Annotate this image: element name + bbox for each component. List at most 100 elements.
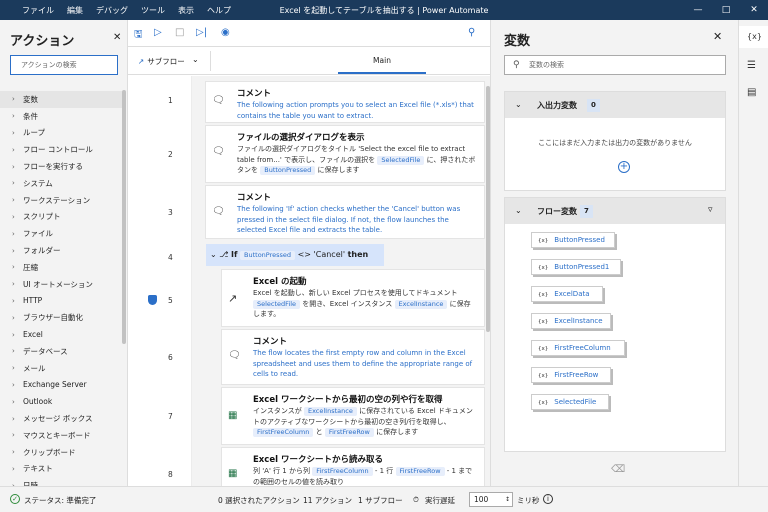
chevron-down-icon[interactable]: ⌄: [210, 250, 217, 259]
run-icon[interactable]: ▷: [154, 27, 162, 38]
action-card-comment[interactable]: 🗨 コメント The flow locates the first empty …: [222, 330, 484, 384]
tab-main[interactable]: Main: [338, 56, 426, 65]
action-category[interactable]: › ワークステーション: [0, 192, 122, 209]
menu-tools[interactable]: ツール: [141, 5, 165, 16]
chevron-right-icon: ›: [12, 431, 15, 440]
menu-view[interactable]: 表示: [178, 5, 194, 16]
minimize-icon[interactable]: —: [684, 0, 712, 20]
eraser-icon[interactable]: ⌫: [611, 464, 625, 475]
search-icon[interactable]: ⚲: [468, 27, 475, 38]
action-card-read-excel[interactable]: ▦ Excel ワークシートから読み取る 列 'A' 行 1 から列 First…: [222, 448, 484, 486]
layers-icon[interactable]: ☰: [747, 60, 756, 71]
chevron-down-icon[interactable]: ⌄: [515, 206, 522, 215]
action-category[interactable]: › Outlook: [0, 393, 122, 410]
variable-token: ButtonPressed: [240, 251, 296, 260]
action-category[interactable]: › HTTP: [0, 293, 122, 310]
action-category[interactable]: › フロー コントロール: [0, 141, 122, 158]
chevron-right-icon: ›: [12, 196, 15, 205]
step-number: 7: [168, 412, 173, 421]
images-icon[interactable]: ▤: [747, 87, 756, 98]
flow-variable[interactable]: {x} ExcelData: [531, 286, 603, 302]
menu-debug[interactable]: デバッグ: [96, 5, 128, 16]
actions-search-input[interactable]: アクションの検索: [10, 55, 118, 75]
variables-icon[interactable]: {x}: [747, 32, 762, 41]
action-card-get-free-cells[interactable]: ▦ Excel ワークシートから最初の空の列や行を取得 インスタンスが Exce…: [222, 388, 484, 444]
menu-edit[interactable]: 編集: [67, 5, 83, 16]
action-category[interactable]: › システム: [0, 175, 122, 192]
run-delay-input[interactable]: 100 ↕: [469, 492, 513, 507]
action-category[interactable]: › 条件: [0, 108, 122, 125]
menu-file[interactable]: ファイル: [22, 5, 54, 16]
chevron-down-icon[interactable]: ⌄: [515, 100, 522, 109]
save-icon[interactable]: 🖫: [134, 27, 143, 44]
if-branch-icon: ⎇: [219, 250, 229, 259]
filter-icon[interactable]: ▿: [708, 205, 713, 215]
section-label: 入出力変数: [537, 101, 577, 110]
action-description: 列 'A' 行 1 から列 FirstFreeColumn - 1 行 Firs…: [253, 467, 473, 486]
action-category[interactable]: › ファイル: [0, 225, 122, 242]
maximize-icon[interactable]: □: [712, 0, 740, 20]
action-category[interactable]: › クリップボード: [0, 444, 122, 461]
action-category[interactable]: › メール: [0, 360, 122, 377]
flow-variable[interactable]: {x} FirstFreeRow: [531, 367, 611, 383]
flow-variable[interactable]: {x} ButtonPressed: [531, 232, 615, 248]
spinner-icon[interactable]: ↕: [505, 493, 510, 506]
action-category[interactable]: › 変数: [0, 91, 122, 108]
delay-unit: ミリ秒: [517, 496, 540, 505]
action-description: The following action prompts you to sele…: [237, 101, 474, 120]
excel-icon: ▦: [228, 468, 238, 479]
chevron-right-icon: ›: [12, 128, 15, 137]
action-category[interactable]: › Excel: [0, 326, 122, 343]
menu-help[interactable]: ヘルプ: [207, 5, 231, 16]
variable-token: ExcelInstance: [394, 299, 448, 309]
launch-arrow-icon: ↗: [228, 292, 238, 305]
flow-variable[interactable]: {x} ExcelInstance: [531, 313, 611, 329]
subflows-dropdown[interactable]: ↗ サブフロー: [138, 56, 185, 67]
action-category[interactable]: › データベース: [0, 343, 122, 360]
action-card-file-dialog[interactable]: 🗨 ファイルの選択ダイアログを表示 ファイルの選択ダイアログをタイトル 'Sel…: [206, 126, 484, 182]
chevron-down-icon[interactable]: ⌄: [192, 55, 199, 64]
action-card-comment[interactable]: 🗨 コメント The following action prompts you …: [206, 82, 484, 122]
flow-variable[interactable]: {x} FirstFreeColumn: [531, 340, 625, 356]
empty-state-text: ここにはまだ入力または出力の変数がありません: [538, 139, 692, 147]
action-category[interactable]: › フローを実行する: [0, 158, 122, 175]
action-category[interactable]: › スクリプト: [0, 209, 122, 226]
flow-variable[interactable]: {x} ButtonPressed1: [531, 259, 621, 275]
action-category[interactable]: › フォルダー: [0, 242, 122, 259]
chevron-right-icon: ›: [12, 364, 15, 373]
action-category[interactable]: › UI オートメーション: [0, 276, 122, 293]
action-card-launch-excel[interactable]: ↗ Excel の起動 Excel を起動し、新しい Excel プロセスを使用…: [222, 270, 484, 326]
action-card-comment[interactable]: 🗨 コメント The following 'If' action checks …: [206, 186, 484, 238]
flow-variables-header[interactable]: ⌄ フロー変数 7 ▿: [505, 198, 725, 224]
if-block-header[interactable]: ⌄ ⎇ If ButtonPressed <> 'Cancel' then: [206, 244, 384, 266]
flow-variable[interactable]: {x} SelectedFile: [531, 394, 609, 410]
chevron-right-icon: ›: [12, 414, 15, 423]
action-category[interactable]: › テキスト: [0, 461, 122, 478]
action-category[interactable]: › Exchange Server: [0, 377, 122, 394]
step-icon[interactable]: ▷|: [196, 27, 207, 38]
stop-icon[interactable]: □: [175, 27, 184, 38]
comment-icon: 🗨: [212, 206, 225, 217]
chevron-right-icon: ›: [12, 296, 15, 305]
chevron-right-icon: ›: [12, 280, 15, 289]
step-number: 5: [168, 296, 173, 305]
comment-icon: 🗨: [228, 350, 241, 361]
action-category[interactable]: › マウスとキーボード: [0, 427, 122, 444]
chevron-right-icon: ›: [12, 380, 15, 389]
io-variables-header[interactable]: ⌄ 入出力変数 0: [505, 92, 725, 118]
action-category[interactable]: › 圧縮: [0, 259, 122, 276]
close-icon[interactable]: ✕: [113, 32, 121, 43]
actions-scrollbar[interactable]: [122, 90, 126, 344]
flow-canvas: 1 🗨 コメント The following action prompts yo…: [128, 76, 490, 486]
info-icon[interactable]: i: [543, 494, 553, 504]
close-icon[interactable]: ✕: [740, 0, 768, 20]
action-category[interactable]: › メッセージ ボックス: [0, 410, 122, 427]
action-category[interactable]: › ブラウザー自動化: [0, 309, 122, 326]
action-category[interactable]: › ループ: [0, 125, 122, 142]
variable-token: SelectedFile: [377, 155, 425, 165]
close-icon[interactable]: ✕: [713, 30, 722, 43]
add-icon[interactable]: +: [618, 161, 630, 173]
variables-search-input[interactable]: ⚲ 変数の検索: [504, 55, 726, 75]
variable-icon: {x}: [538, 373, 549, 379]
record-icon[interactable]: ◉: [221, 27, 230, 38]
